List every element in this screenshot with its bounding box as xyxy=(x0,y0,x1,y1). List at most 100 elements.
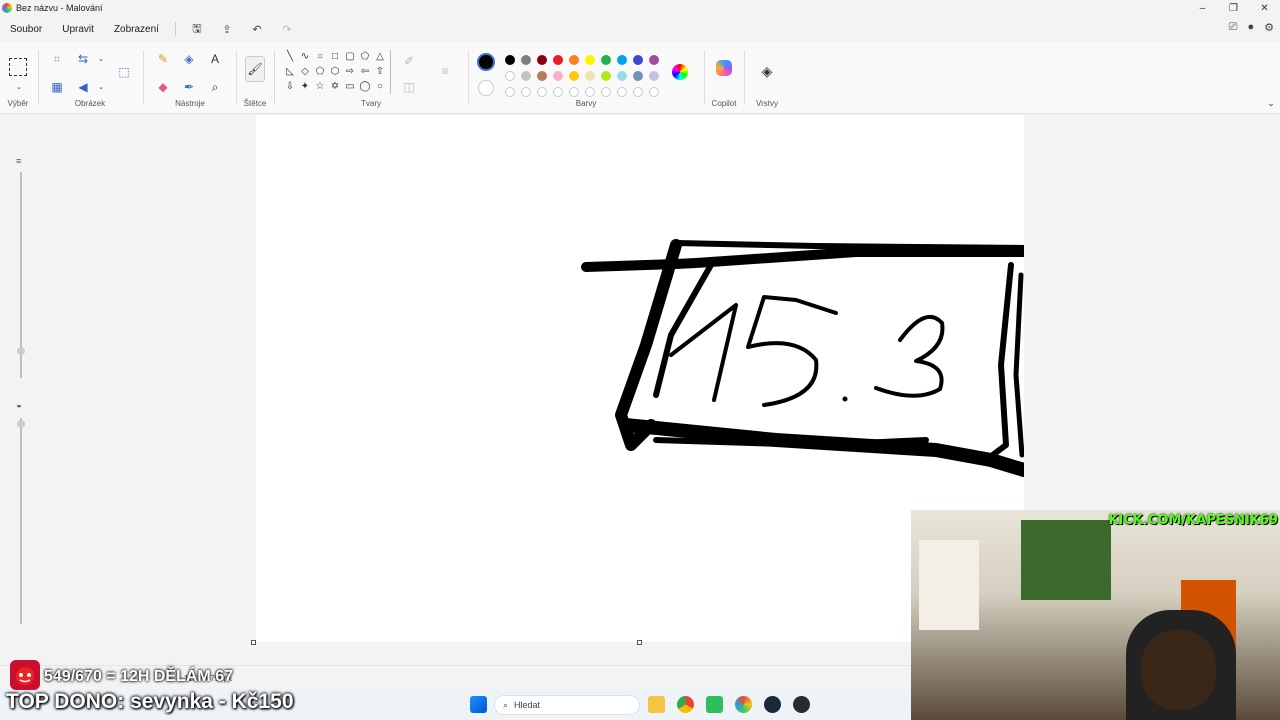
chevron-down-icon[interactable]: ⌄ xyxy=(92,78,110,96)
oval-shape-icon[interactable]: ○ xyxy=(314,50,326,62)
fill-icon[interactable]: ◫ xyxy=(400,78,418,96)
palette-color-swatch[interactable] xyxy=(521,55,531,65)
palette-color-swatch[interactable] xyxy=(505,71,515,81)
hexagon-shape-icon[interactable]: ⬡ xyxy=(329,65,341,77)
custom-color-slot[interactable] xyxy=(553,87,563,97)
text-icon[interactable]: A xyxy=(206,50,224,68)
taskbar-search[interactable]: ⌕ Hledat xyxy=(494,695,640,715)
palette-color-swatch[interactable] xyxy=(585,71,595,81)
paint-taskbar-icon[interactable] xyxy=(735,696,752,713)
eraser-icon[interactable]: ◆ xyxy=(154,78,172,96)
custom-color-slot[interactable] xyxy=(649,87,659,97)
arrow-left-shape-icon[interactable]: ⇦ xyxy=(359,65,371,77)
shapes-scrollbar[interactable] xyxy=(390,50,391,94)
obs-icon[interactable] xyxy=(793,696,810,713)
curve-shape-icon[interactable]: ∿ xyxy=(299,50,311,62)
opacity-slider-track[interactable] xyxy=(20,418,22,624)
palette-color-swatch[interactable] xyxy=(553,55,563,65)
line-shape-icon[interactable]: ╲ xyxy=(284,50,296,62)
palette-color-swatch[interactable] xyxy=(553,71,563,81)
menu-file[interactable]: Soubor xyxy=(0,24,52,35)
settings-gear-icon[interactable]: ⚙ xyxy=(1264,21,1274,34)
star6-shape-icon[interactable]: ✡ xyxy=(329,80,341,92)
palette-color-swatch[interactable] xyxy=(649,71,659,81)
palette-color-swatch[interactable] xyxy=(505,55,515,65)
image-select-icon[interactable]: ▦ xyxy=(48,78,66,96)
size-slider-thumb[interactable] xyxy=(17,347,25,355)
menu-view[interactable]: Zobrazení xyxy=(104,24,169,35)
star4-shape-icon[interactable]: ✦ xyxy=(299,80,311,92)
undo-icon[interactable]: ↶ xyxy=(242,23,272,36)
custom-color-slot[interactable] xyxy=(617,87,627,97)
palette-color-swatch[interactable] xyxy=(521,71,531,81)
palette-color-swatch[interactable] xyxy=(537,55,547,65)
arrow-right-shape-icon[interactable]: ⇨ xyxy=(344,65,356,77)
opacity-slider-thumb[interactable] xyxy=(17,420,25,428)
callout-cloud-shape-icon[interactable]: ○ xyxy=(374,80,386,92)
right-triangle-shape-icon[interactable]: ◺ xyxy=(284,65,296,77)
size-icon[interactable]: ≡ xyxy=(436,62,454,80)
palette-color-swatch[interactable] xyxy=(633,55,643,65)
color-picker-icon[interactable]: ✒ xyxy=(180,78,198,96)
drawing-canvas[interactable] xyxy=(256,115,1031,642)
palette-color-swatch[interactable] xyxy=(585,55,595,65)
palette-color-swatch[interactable] xyxy=(569,71,579,81)
feedback-icon[interactable]: ⎚ xyxy=(1229,21,1238,34)
custom-color-slot[interactable] xyxy=(601,87,611,97)
start-windows-icon[interactable] xyxy=(470,696,487,713)
custom-color-slot[interactable] xyxy=(505,87,515,97)
arrow-down-shape-icon[interactable]: ⇩ xyxy=(284,80,296,92)
primary-color[interactable] xyxy=(477,53,495,71)
collapse-ribbon-icon[interactable]: ⌄ xyxy=(1262,94,1280,112)
canvas-resize-handle[interactable] xyxy=(251,640,256,645)
chevron-down-icon[interactable]: ⌄ xyxy=(92,50,110,68)
remove-background-icon[interactable]: ⬚ xyxy=(114,62,134,82)
canvas-resize-handle[interactable] xyxy=(637,640,642,645)
layers-icon[interactable]: ◈ xyxy=(758,62,776,80)
account-icon[interactable]: ● xyxy=(1247,21,1254,34)
rounded-rect-shape-icon[interactable]: ▢ xyxy=(344,50,356,62)
pentagon-shape-icon[interactable]: ⬠ xyxy=(314,65,326,77)
chevron-down-icon[interactable]: ⌄ xyxy=(10,78,28,96)
rotate-icon[interactable]: ◀ xyxy=(74,78,92,96)
palette-color-swatch[interactable] xyxy=(569,55,579,65)
brush-icon[interactable]: 🖌 xyxy=(245,56,265,82)
file-explorer-icon[interactable] xyxy=(648,696,665,713)
steam-icon[interactable] xyxy=(764,696,781,713)
copilot-icon[interactable] xyxy=(716,60,732,76)
crop-icon[interactable]: ⌗ xyxy=(48,50,66,68)
secondary-color[interactable] xyxy=(478,80,494,96)
arrow-up-shape-icon[interactable]: ⇧ xyxy=(374,65,386,77)
palette-color-swatch[interactable] xyxy=(633,71,643,81)
chrome-icon[interactable] xyxy=(677,696,694,713)
rectangle-select-icon[interactable] xyxy=(9,58,27,76)
star5-shape-icon[interactable]: ☆ xyxy=(314,80,326,92)
custom-color-slot[interactable] xyxy=(521,87,531,97)
resize-icon[interactable]: ⇆ xyxy=(74,50,92,68)
callout-oval-shape-icon[interactable]: ◯ xyxy=(359,80,371,92)
menu-edit[interactable]: Upravit xyxy=(52,24,104,35)
edit-colors-icon[interactable] xyxy=(672,64,688,80)
maximize-button[interactable]: ❐ xyxy=(1218,0,1249,16)
custom-color-slot[interactable] xyxy=(585,87,595,97)
triangle-shape-icon[interactable]: △ xyxy=(374,50,386,62)
pencil-icon[interactable]: ✎ xyxy=(154,50,172,68)
share-icon[interactable]: ⇪ xyxy=(212,23,242,36)
close-button[interactable]: ✕ xyxy=(1249,0,1280,16)
palette-color-swatch[interactable] xyxy=(537,71,547,81)
palette-color-swatch[interactable] xyxy=(617,71,627,81)
callout-rect-shape-icon[interactable]: ▭ xyxy=(344,80,356,92)
save-icon[interactable]: 🖫 xyxy=(182,20,212,39)
redo-icon[interactable]: ↷ xyxy=(272,23,302,36)
xbox-icon[interactable] xyxy=(706,696,723,713)
palette-color-swatch[interactable] xyxy=(617,55,627,65)
fill-bucket-icon[interactable]: ◈ xyxy=(180,50,198,68)
magnifier-icon[interactable]: ⌕ xyxy=(206,78,224,96)
polygon-shape-icon[interactable]: ⬠ xyxy=(359,50,371,62)
outline-icon[interactable]: ✐ xyxy=(400,52,418,70)
diamond-shape-icon[interactable]: ◇ xyxy=(299,65,311,77)
palette-color-swatch[interactable] xyxy=(601,55,611,65)
rectangle-shape-icon[interactable]: □ xyxy=(329,50,341,62)
custom-color-slot[interactable] xyxy=(537,87,547,97)
palette-color-swatch[interactable] xyxy=(649,55,659,65)
